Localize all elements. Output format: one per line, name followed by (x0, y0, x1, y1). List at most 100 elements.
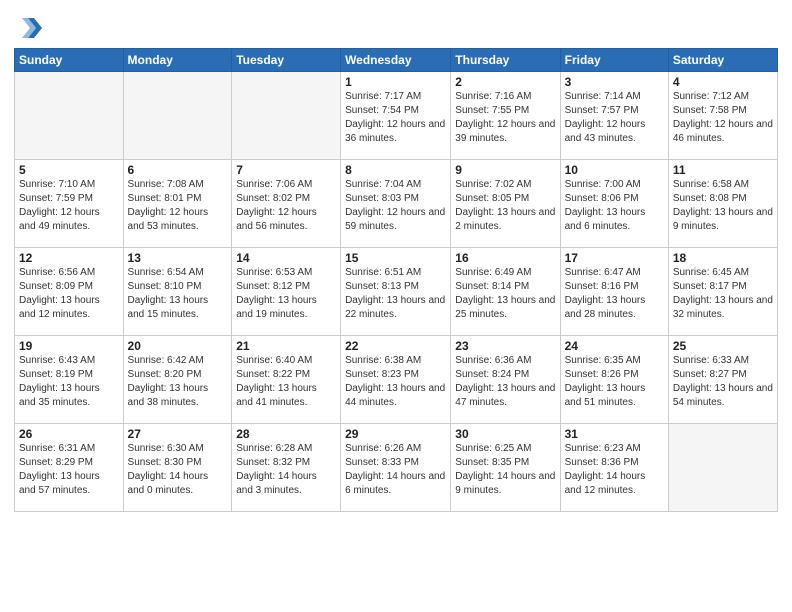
day-number: 5 (19, 163, 119, 177)
day-number: 18 (673, 251, 773, 265)
day-info: Sunrise: 6:40 AM Sunset: 8:22 PM Dayligh… (236, 354, 336, 410)
day-info: Sunrise: 6:25 AM Sunset: 8:35 PM Dayligh… (455, 442, 555, 498)
day-number: 10 (565, 163, 664, 177)
weekday-header-row: SundayMondayTuesdayWednesdayThursdayFrid… (15, 49, 778, 72)
day-number: 8 (345, 163, 446, 177)
calendar-table: SundayMondayTuesdayWednesdayThursdayFrid… (14, 48, 778, 512)
calendar-cell: 18Sunrise: 6:45 AM Sunset: 8:17 PM Dayli… (668, 248, 777, 336)
day-info: Sunrise: 6:43 AM Sunset: 8:19 PM Dayligh… (19, 354, 119, 410)
calendar-cell: 16Sunrise: 6:49 AM Sunset: 8:14 PM Dayli… (451, 248, 560, 336)
calendar-cell: 27Sunrise: 6:30 AM Sunset: 8:30 PM Dayli… (123, 424, 232, 512)
calendar-cell: 20Sunrise: 6:42 AM Sunset: 8:20 PM Dayli… (123, 336, 232, 424)
day-number: 12 (19, 251, 119, 265)
day-number: 3 (565, 75, 664, 89)
day-info: Sunrise: 6:36 AM Sunset: 8:24 PM Dayligh… (455, 354, 555, 410)
day-number: 21 (236, 339, 336, 353)
calendar-week-4: 26Sunrise: 6:31 AM Sunset: 8:29 PM Dayli… (15, 424, 778, 512)
calendar-cell: 13Sunrise: 6:54 AM Sunset: 8:10 PM Dayli… (123, 248, 232, 336)
day-info: Sunrise: 6:51 AM Sunset: 8:13 PM Dayligh… (345, 266, 446, 322)
calendar-cell: 28Sunrise: 6:28 AM Sunset: 8:32 PM Dayli… (232, 424, 341, 512)
day-number: 23 (455, 339, 555, 353)
day-info: Sunrise: 6:33 AM Sunset: 8:27 PM Dayligh… (673, 354, 773, 410)
day-number: 30 (455, 427, 555, 441)
calendar-cell: 5Sunrise: 7:10 AM Sunset: 7:59 PM Daylig… (15, 160, 124, 248)
calendar-cell (123, 72, 232, 160)
day-number: 31 (565, 427, 664, 441)
day-info: Sunrise: 6:45 AM Sunset: 8:17 PM Dayligh… (673, 266, 773, 322)
page: SundayMondayTuesdayWednesdayThursdayFrid… (0, 0, 792, 612)
day-info: Sunrise: 6:30 AM Sunset: 8:30 PM Dayligh… (128, 442, 228, 498)
day-number: 26 (19, 427, 119, 441)
calendar-cell: 19Sunrise: 6:43 AM Sunset: 8:19 PM Dayli… (15, 336, 124, 424)
day-info: Sunrise: 6:28 AM Sunset: 8:32 PM Dayligh… (236, 442, 336, 498)
day-info: Sunrise: 7:02 AM Sunset: 8:05 PM Dayligh… (455, 178, 555, 234)
day-info: Sunrise: 6:35 AM Sunset: 8:26 PM Dayligh… (565, 354, 664, 410)
calendar-cell: 15Sunrise: 6:51 AM Sunset: 8:13 PM Dayli… (341, 248, 451, 336)
weekday-header-saturday: Saturday (668, 49, 777, 72)
calendar-cell: 8Sunrise: 7:04 AM Sunset: 8:03 PM Daylig… (341, 160, 451, 248)
calendar-cell: 17Sunrise: 6:47 AM Sunset: 8:16 PM Dayli… (560, 248, 668, 336)
logo-icon (14, 14, 42, 42)
weekday-header-monday: Monday (123, 49, 232, 72)
calendar-cell: 30Sunrise: 6:25 AM Sunset: 8:35 PM Dayli… (451, 424, 560, 512)
day-number: 15 (345, 251, 446, 265)
weekday-header-tuesday: Tuesday (232, 49, 341, 72)
day-number: 22 (345, 339, 446, 353)
calendar-week-1: 5Sunrise: 7:10 AM Sunset: 7:59 PM Daylig… (15, 160, 778, 248)
calendar-cell: 26Sunrise: 6:31 AM Sunset: 8:29 PM Dayli… (15, 424, 124, 512)
day-number: 20 (128, 339, 228, 353)
day-number: 7 (236, 163, 336, 177)
calendar-cell: 3Sunrise: 7:14 AM Sunset: 7:57 PM Daylig… (560, 72, 668, 160)
calendar-cell: 22Sunrise: 6:38 AM Sunset: 8:23 PM Dayli… (341, 336, 451, 424)
day-number: 9 (455, 163, 555, 177)
day-info: Sunrise: 7:14 AM Sunset: 7:57 PM Dayligh… (565, 90, 664, 146)
day-info: Sunrise: 6:49 AM Sunset: 8:14 PM Dayligh… (455, 266, 555, 322)
calendar-cell: 25Sunrise: 6:33 AM Sunset: 8:27 PM Dayli… (668, 336, 777, 424)
day-number: 1 (345, 75, 446, 89)
calendar-week-2: 12Sunrise: 6:56 AM Sunset: 8:09 PM Dayli… (15, 248, 778, 336)
day-info: Sunrise: 6:42 AM Sunset: 8:20 PM Dayligh… (128, 354, 228, 410)
calendar-cell: 9Sunrise: 7:02 AM Sunset: 8:05 PM Daylig… (451, 160, 560, 248)
header (14, 10, 778, 42)
day-number: 24 (565, 339, 664, 353)
day-number: 14 (236, 251, 336, 265)
calendar-cell: 1Sunrise: 7:17 AM Sunset: 7:54 PM Daylig… (341, 72, 451, 160)
calendar-cell: 4Sunrise: 7:12 AM Sunset: 7:58 PM Daylig… (668, 72, 777, 160)
day-info: Sunrise: 7:12 AM Sunset: 7:58 PM Dayligh… (673, 90, 773, 146)
day-info: Sunrise: 6:58 AM Sunset: 8:08 PM Dayligh… (673, 178, 773, 234)
day-number: 16 (455, 251, 555, 265)
day-info: Sunrise: 7:10 AM Sunset: 7:59 PM Dayligh… (19, 178, 119, 234)
calendar-cell: 14Sunrise: 6:53 AM Sunset: 8:12 PM Dayli… (232, 248, 341, 336)
day-info: Sunrise: 6:54 AM Sunset: 8:10 PM Dayligh… (128, 266, 228, 322)
calendar-cell: 24Sunrise: 6:35 AM Sunset: 8:26 PM Dayli… (560, 336, 668, 424)
weekday-header-sunday: Sunday (15, 49, 124, 72)
calendar-cell: 31Sunrise: 6:23 AM Sunset: 8:36 PM Dayli… (560, 424, 668, 512)
day-number: 19 (19, 339, 119, 353)
calendar-cell: 12Sunrise: 6:56 AM Sunset: 8:09 PM Dayli… (15, 248, 124, 336)
calendar-cell: 6Sunrise: 7:08 AM Sunset: 8:01 PM Daylig… (123, 160, 232, 248)
day-number: 4 (673, 75, 773, 89)
day-number: 11 (673, 163, 773, 177)
day-info: Sunrise: 7:00 AM Sunset: 8:06 PM Dayligh… (565, 178, 664, 234)
day-number: 2 (455, 75, 555, 89)
day-number: 28 (236, 427, 336, 441)
calendar-week-0: 1Sunrise: 7:17 AM Sunset: 7:54 PM Daylig… (15, 72, 778, 160)
calendar-cell (15, 72, 124, 160)
day-info: Sunrise: 6:53 AM Sunset: 8:12 PM Dayligh… (236, 266, 336, 322)
day-info: Sunrise: 6:56 AM Sunset: 8:09 PM Dayligh… (19, 266, 119, 322)
day-info: Sunrise: 7:16 AM Sunset: 7:55 PM Dayligh… (455, 90, 555, 146)
weekday-header-wednesday: Wednesday (341, 49, 451, 72)
day-info: Sunrise: 7:04 AM Sunset: 8:03 PM Dayligh… (345, 178, 446, 234)
weekday-header-thursday: Thursday (451, 49, 560, 72)
day-number: 29 (345, 427, 446, 441)
calendar-cell: 7Sunrise: 7:06 AM Sunset: 8:02 PM Daylig… (232, 160, 341, 248)
day-info: Sunrise: 7:17 AM Sunset: 7:54 PM Dayligh… (345, 90, 446, 146)
calendar-cell: 10Sunrise: 7:00 AM Sunset: 8:06 PM Dayli… (560, 160, 668, 248)
logo (14, 14, 46, 42)
day-info: Sunrise: 6:47 AM Sunset: 8:16 PM Dayligh… (565, 266, 664, 322)
day-info: Sunrise: 6:23 AM Sunset: 8:36 PM Dayligh… (565, 442, 664, 498)
day-info: Sunrise: 7:08 AM Sunset: 8:01 PM Dayligh… (128, 178, 228, 234)
calendar-cell: 23Sunrise: 6:36 AM Sunset: 8:24 PM Dayli… (451, 336, 560, 424)
calendar-cell: 21Sunrise: 6:40 AM Sunset: 8:22 PM Dayli… (232, 336, 341, 424)
day-number: 13 (128, 251, 228, 265)
